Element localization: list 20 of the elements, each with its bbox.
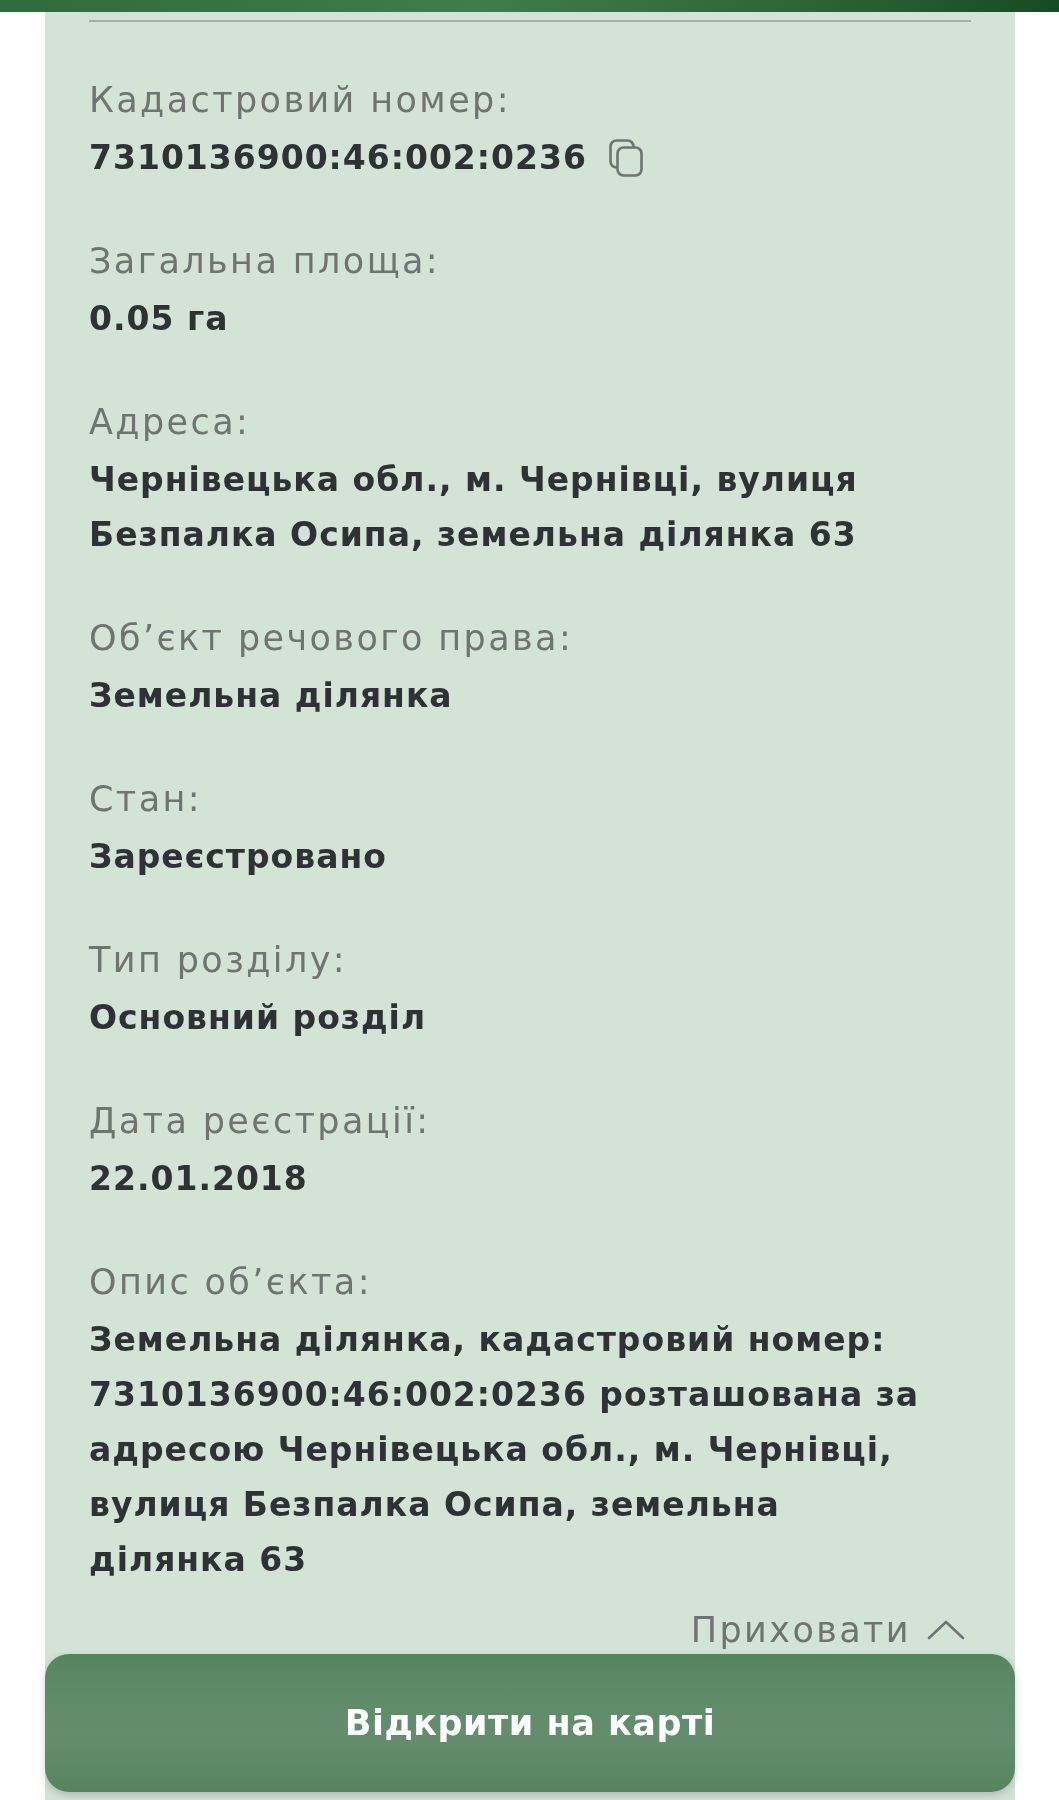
field-value: Зареєстровано (89, 836, 387, 878)
chevron-up-icon (927, 1620, 965, 1640)
field-label: Адреса: (89, 401, 252, 444)
field-label: Стан: (89, 778, 203, 821)
field-value: Основний розділ (89, 997, 427, 1039)
field-label: Загальна площа: (89, 240, 442, 283)
field-value: Земельна ділянка, кадастровий номер: 7310136900:46:002:0236 розташована за адресою Чернівецька обл., м. Чернівці, вулиця Безпалка Осипа, земельна ділянка 63 (89, 1319, 921, 1581)
copy-icon[interactable] (608, 138, 643, 177)
field-value: 22.01.2018 (89, 1158, 308, 1200)
field-label: Опис об’єкта: (89, 1261, 373, 1304)
field-label: Тип розділу: (89, 939, 348, 982)
field-label: Об’єкт речового права: (89, 617, 575, 660)
field-label: Кадастровий номер: (89, 79, 512, 122)
open-map-button[interactable]: Відкрити на карті (45, 1654, 1015, 1792)
field-value: 7310136900:46:002:0236 (89, 137, 587, 179)
field-label: Дата реєстрації: (89, 1100, 432, 1143)
field-value: Земельна ділянка (89, 675, 453, 717)
collapse-link[interactable]: Приховати (690, 1610, 965, 1650)
field-value: 0.05 га (89, 298, 229, 340)
field-value: Чернівецька обл., м. Чернівці, вулиця Безпалка Осипа, земельна ділянка 63 (89, 459, 859, 556)
